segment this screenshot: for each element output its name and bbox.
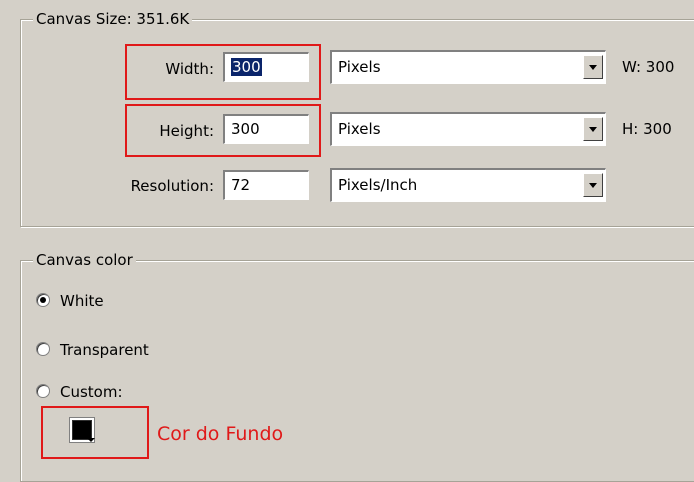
height-unit-dropdown-button[interactable]	[583, 117, 603, 141]
width-unit-value: Pixels	[338, 58, 381, 76]
radio-custom-button[interactable]	[36, 384, 50, 398]
height-highlight-frame	[125, 104, 321, 157]
resolution-input-value: 72	[231, 176, 251, 194]
resolution-label: Resolution:	[130, 177, 214, 195]
height-unit-value: Pixels	[338, 120, 381, 138]
width-unit-dropdown-button[interactable]	[583, 55, 603, 79]
swatch-annotation: Cor do Fundo	[157, 423, 284, 445]
radio-white-button[interactable]	[36, 293, 50, 307]
width-unit-select[interactable]: Pixels	[330, 50, 606, 84]
swatch-highlight-frame	[41, 406, 149, 459]
chevron-down-icon	[589, 183, 597, 188]
resolution-input[interactable]: 72	[223, 170, 309, 200]
radio-custom-label[interactable]: Custom:	[60, 380, 123, 404]
radio-white-label[interactable]: White	[60, 289, 104, 313]
resolution-row: Resolution:	[0, 169, 214, 203]
swatch-menu-triangle-icon	[87, 438, 95, 442]
radio-selected-dot	[40, 297, 46, 303]
chevron-down-icon	[589, 127, 597, 132]
resolution-unit-select[interactable]: Pixels/Inch	[330, 168, 606, 202]
resolution-unit-dropdown-button[interactable]	[583, 173, 603, 197]
radio-transparent-button[interactable]	[36, 342, 50, 356]
width-highlight-frame	[125, 44, 321, 100]
resolution-unit-value: Pixels/Inch	[338, 176, 418, 194]
chevron-down-icon	[589, 65, 597, 70]
canvas-size-title: Canvas Size: 351.6K	[33, 9, 193, 29]
height-readout: H: 300	[622, 120, 672, 138]
width-readout: W: 300	[622, 58, 675, 76]
height-unit-select[interactable]: Pixels	[330, 112, 606, 146]
radio-transparent-label[interactable]: Transparent	[60, 338, 149, 362]
canvas-color-title: Canvas color	[33, 250, 136, 270]
